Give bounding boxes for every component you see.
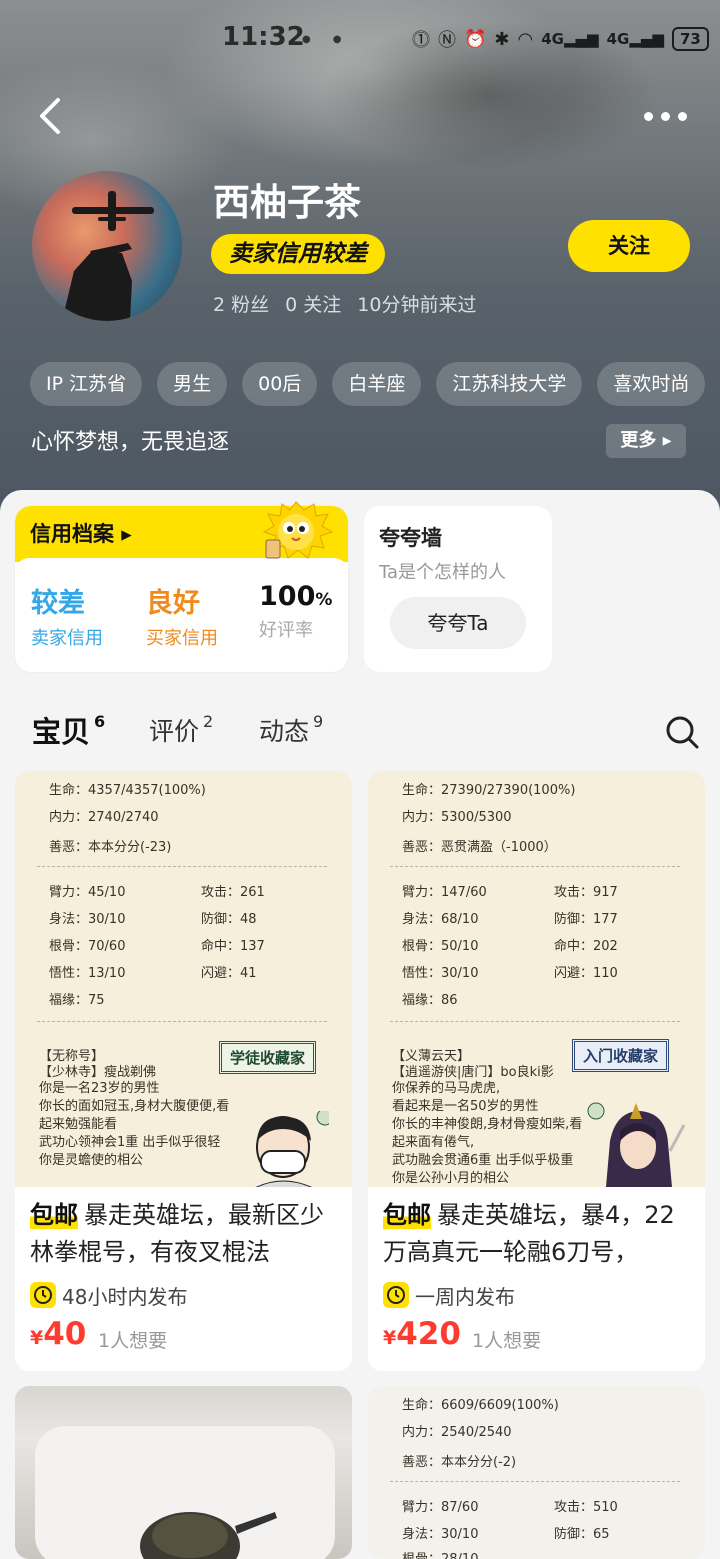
alarm-icon: ⏰ <box>464 28 487 50</box>
clock-icon <box>30 1282 56 1308</box>
product-image[interactable]: 生命：27390/27390(100%) 内力：5300/5300 善恶：恶贯满… <box>368 771 705 1187</box>
praise-button[interactable]: 夸夸Ta <box>390 597 526 649</box>
product-card[interactable] <box>15 1386 352 1559</box>
want-count: 1人想要 <box>98 1330 168 1352</box>
product-price: ¥40 <box>30 1316 87 1352</box>
product-card[interactable]: 生命：4357/4357(100%) 内力：2740/2740 善恶：本本分分(… <box>15 771 352 1371</box>
seller-credit-label: 卖家信用 <box>31 628 103 649</box>
product-card[interactable]: 生命：6609/6609(100%) 内力：2540/2540 善恶：本本分分(… <box>368 1386 705 1559</box>
nfc-icon: Ⓝ <box>438 30 456 51</box>
tag-hobby: 喜欢时尚 <box>597 362 706 406</box>
tag-school: 江苏科技大学 <box>436 362 583 406</box>
status-icons: ⓵ Ⓝ ⏰ ✱ ◠ 4G▂▄▆ 4G▂▄▆ 73 <box>412 26 709 52</box>
battery-indicator: 73 <box>671 27 709 51</box>
buyer-credit-stat: 良好 买家信用 <box>146 581 218 650</box>
fans-count[interactable]: 2 粉丝 <box>213 290 269 317</box>
search-icon[interactable] <box>664 714 700 750</box>
free-shipping-tag: 包邮 <box>30 1201 78 1229</box>
seller-credit-value: 较差 <box>31 588 85 619</box>
avatar[interactable] <box>32 171 182 321</box>
turtle-photo <box>35 1426 335 1559</box>
free-shipping-tag: 包邮 <box>383 1201 431 1229</box>
more-options-icon[interactable] <box>644 106 690 126</box>
following-count[interactable]: 0 关注 <box>285 290 341 317</box>
collector-stamp: 入门收藏家 <box>572 1039 670 1072</box>
more-info-button[interactable]: 更多 ▸ <box>606 424 686 458</box>
seller-credit-stat: 较差 卖家信用 <box>31 581 103 650</box>
positive-rate-stat: 100% 好评率 <box>259 581 332 642</box>
user-stats: 2 粉丝 0 关注 10分钟前来过 <box>213 290 476 317</box>
hd-icon: ⓵ <box>412 30 430 51</box>
back-arrow-icon[interactable] <box>34 96 74 136</box>
positive-rate-unit: % <box>315 590 333 610</box>
praise-wall-subtitle: Ta是个怎样的人 <box>379 562 507 583</box>
wifi-icon: ◠ <box>517 28 534 50</box>
buyer-credit-label: 买家信用 <box>146 628 218 649</box>
signal-1-icon: 4G▂▄▆ <box>541 30 599 48</box>
mascot-chick-icon <box>262 501 334 559</box>
publish-time: 一周内发布 <box>383 1279 523 1311</box>
user-name: 西柚子茶 <box>213 181 361 224</box>
last-seen: 10分钟前来过 <box>357 294 477 316</box>
tag-age: 00后 <box>242 362 318 406</box>
profile-tags: IP 江苏省 男生 00后 白羊座 江苏科技大学 喜欢时尚 <box>30 362 706 406</box>
positive-rate-label: 好评率 <box>259 620 313 641</box>
product-image[interactable]: 生命：6609/6609(100%) 内力：2540/2540 善恶：本本分分(… <box>368 1386 705 1559</box>
follow-button[interactable]: 关注 <box>568 220 690 272</box>
buyer-credit-value: 良好 <box>146 588 200 619</box>
product-image[interactable] <box>15 1386 352 1559</box>
tab-posts[interactable]: 动态 9 <box>259 712 323 748</box>
praise-wall-card[interactable]: 夸夸墙 Ta是个怎样的人 夸夸Ta <box>364 506 552 672</box>
positive-rate-value: 100 <box>259 581 316 612</box>
product-image[interactable]: 生命：4357/4357(100%) 内力：2740/2740 善恶：本本分分(… <box>15 771 352 1187</box>
tag-ip: IP 江苏省 <box>30 362 143 406</box>
status-bar: 11:32 ●● ⓵ Ⓝ ⏰ ✱ ◠ 4G▂▄▆ 4G▂▄▆ 73 <box>0 22 720 58</box>
signal-2-icon: 4G▂▄▆ <box>606 30 664 48</box>
tab-reviews[interactable]: 评价 2 <box>149 712 213 748</box>
publish-time: 48小时内发布 <box>30 1279 195 1311</box>
product-card[interactable]: 生命：27390/27390(100%) 内力：5300/5300 善恶：恶贯满… <box>368 771 705 1371</box>
seller-credit-badge[interactable]: 卖家信用较差 <box>211 234 385 274</box>
praise-wall-title: 夸夸墙 <box>379 526 442 550</box>
character-portrait-icon <box>255 1111 329 1187</box>
product-price: ¥420 <box>383 1316 461 1352</box>
status-time: 11:32 <box>222 22 305 52</box>
character-portrait-icon <box>587 1102 686 1187</box>
product-title[interactable]: 包邮 暴走英雄坛，暴4，22万高真元一轮融6刀号， <box>383 1197 693 1271</box>
collector-stamp: 学徒收藏家 <box>219 1041 317 1074</box>
bluetooth-icon: ✱ <box>494 28 510 50</box>
credit-profile-title[interactable]: 信用档案 ▸ <box>30 518 132 548</box>
user-bio: 心怀梦想，无畏追逐 <box>31 430 230 455</box>
status-notification-dots: ●● <box>302 34 364 45</box>
product-title[interactable]: 包邮 暴走英雄坛，最新区少林拳棍号，有夜叉棍法 <box>30 1197 340 1271</box>
want-count: 1人想要 <box>472 1330 542 1352</box>
tag-gender: 男生 <box>157 362 228 406</box>
tag-zodiac: 白羊座 <box>332 362 422 406</box>
clock-icon <box>383 1282 409 1308</box>
tab-items[interactable]: 宝贝 6 <box>32 709 105 751</box>
